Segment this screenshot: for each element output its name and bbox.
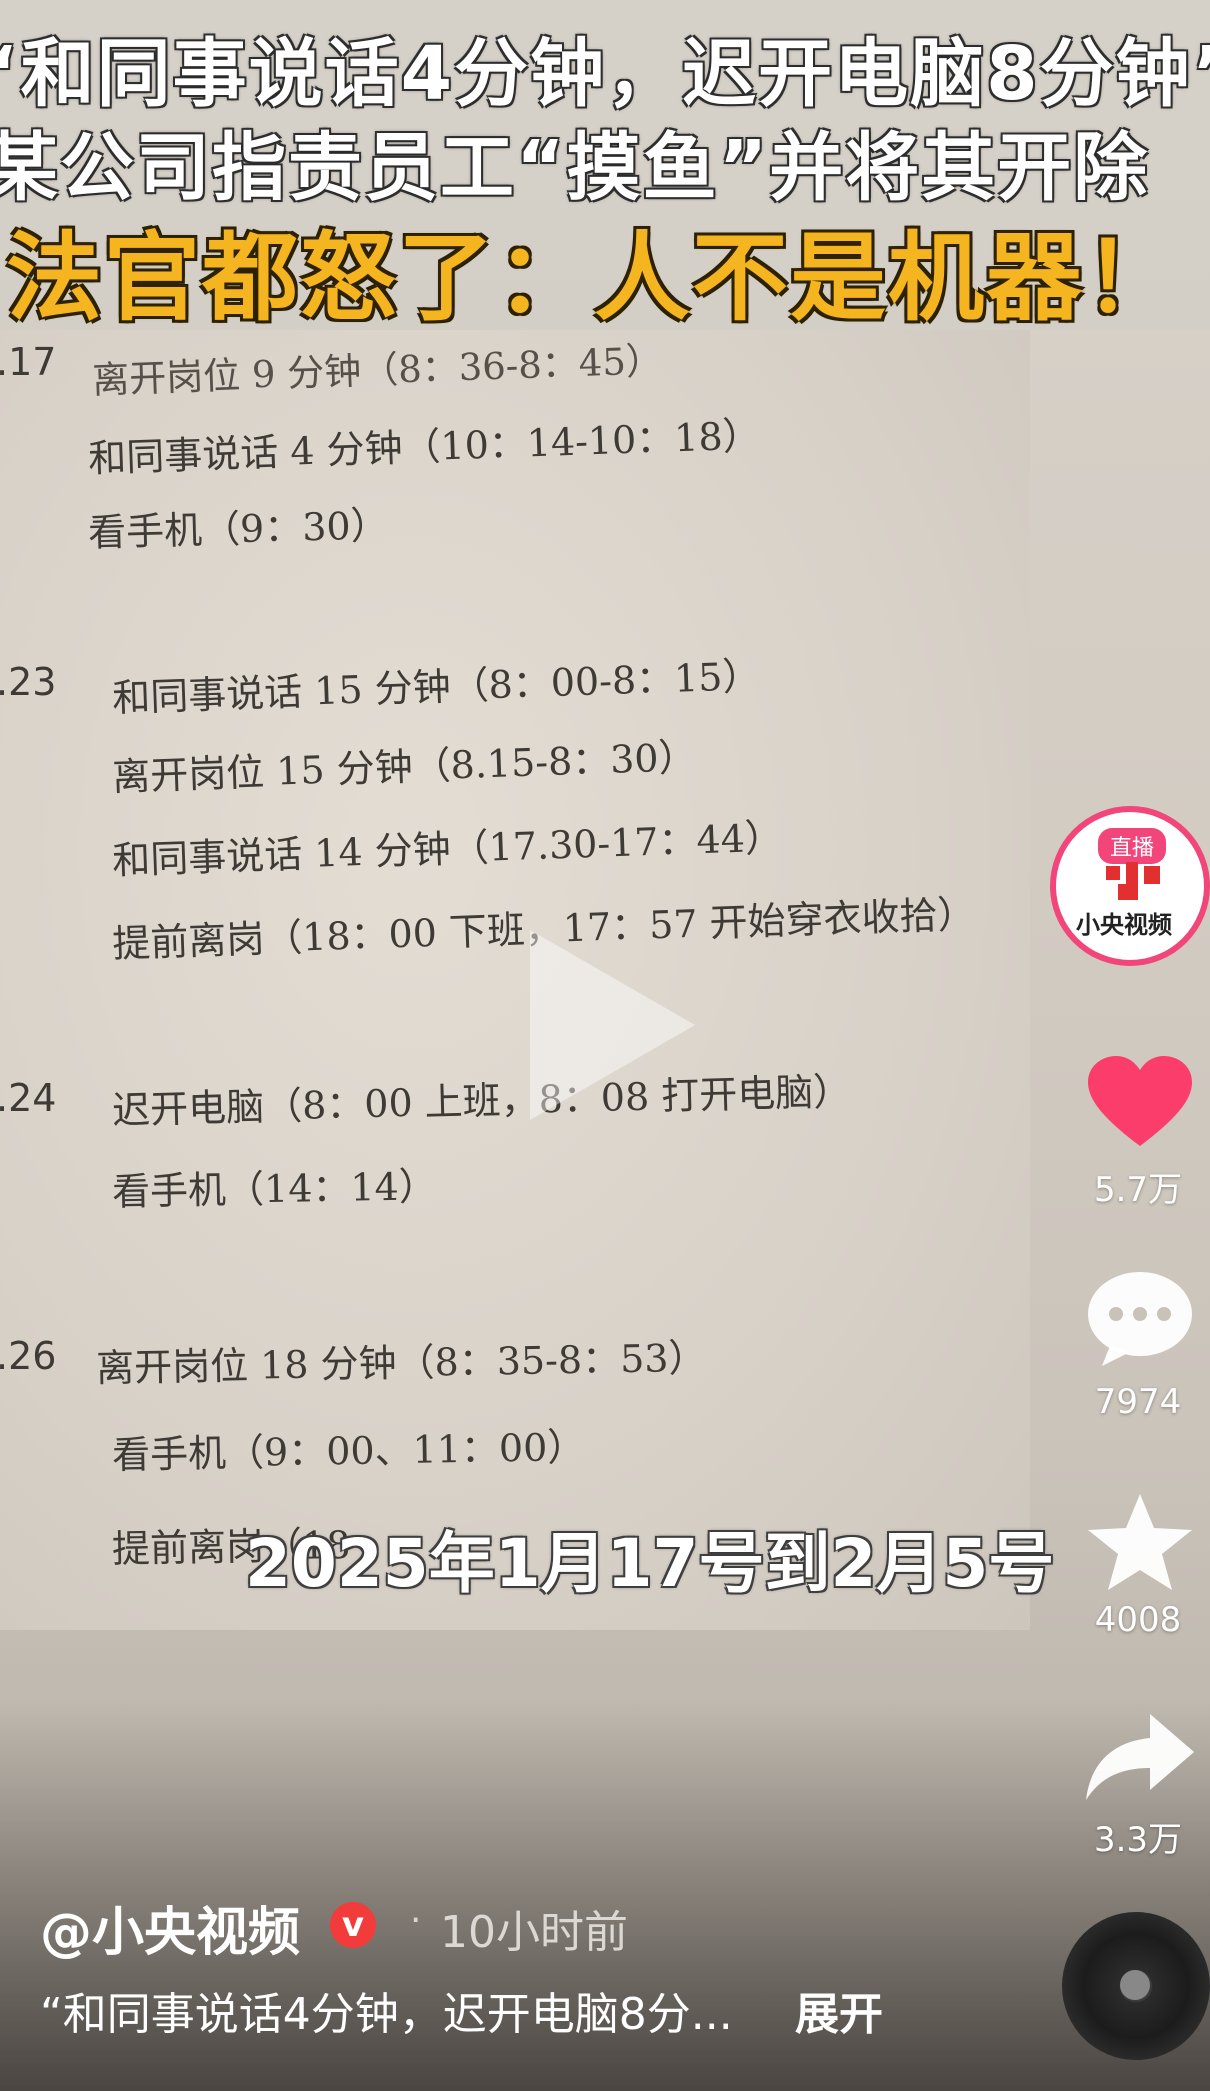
doc-line: 看手机（9：00、11：00） <box>111 1424 586 1478</box>
post-time: 10小时前 <box>440 1907 628 1958</box>
headline-banner: “和同事说话4分钟，迟开电脑8分钟” 某公司指责员工“摸鱼”并将其开除 法官都怒… <box>0 0 1210 334</box>
like-icon[interactable] <box>1080 1052 1200 1152</box>
doc-date: .24 <box>0 1076 57 1120</box>
expand-button[interactable]: 展开 <box>795 1978 883 2042</box>
share-count: 3.3万 <box>1093 1820 1183 1860</box>
like-count: 5.7万 <box>1093 1170 1183 1210</box>
favorite-count: 4008 <box>1094 1600 1182 1640</box>
headline-line-2: 某公司指责员工“摸鱼”并将其开除 <box>0 125 1150 211</box>
author-handle[interactable]: @小央视频 <box>40 1890 300 1965</box>
channel-logo-icon <box>1106 862 1160 900</box>
doc-date: .26 <box>0 1334 57 1378</box>
video-subtitle: 2025年1月17号到2月5号 <box>245 1525 1055 1602</box>
doc-line: 离开岗位 18 分钟（8：35-8：53） <box>95 1335 707 1391</box>
share-icon[interactable] <box>1080 1708 1200 1804</box>
comment-count: 7974 <box>1094 1382 1182 1422</box>
play-icon[interactable] <box>530 930 695 1120</box>
doc-date: .23 <box>0 660 57 704</box>
channel-avatar-label: 小央视频 <box>1076 911 1172 939</box>
separator-dot: · <box>410 1900 422 1941</box>
headline-line-1: “和同事说话4分钟，迟开电脑8分钟” <box>0 31 1210 117</box>
doc-date: .17 <box>0 340 57 384</box>
doc-line: 看手机（9：30） <box>87 503 390 555</box>
verified-badge-icon: v <box>330 1902 376 1948</box>
favorite-star-icon[interactable] <box>1080 1490 1200 1594</box>
disc-center <box>1120 1970 1150 2000</box>
video-description[interactable]: “和同事说话4分钟，迟开电脑8分... <box>40 1978 733 2042</box>
comment-icon[interactable] <box>1080 1268 1200 1368</box>
doc-line: 看手机（14：14） <box>111 1164 438 1214</box>
music-disc-icon[interactable] <box>1062 1912 1210 2060</box>
live-badge: 直播 <box>1098 828 1167 864</box>
headline-line-3: 法官都怒了：人不是机器！ <box>6 222 1182 334</box>
